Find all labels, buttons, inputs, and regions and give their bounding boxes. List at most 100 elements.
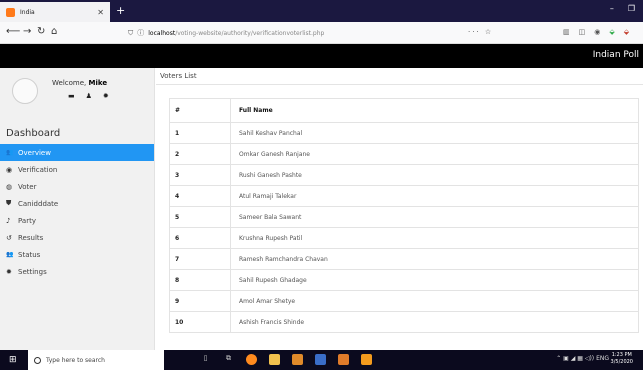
row-number: 3 — [169, 164, 231, 186]
extension-green-icon[interactable]: ⬙ — [609, 28, 614, 36]
sidebar-item-party[interactable]: ♪ Party — [0, 212, 154, 229]
gear-icon: ✹ — [6, 267, 12, 276]
circle-icon: ◍ — [6, 182, 13, 191]
voter-full-name: Ramesh Ramchandra Chavan — [230, 248, 639, 270]
user-name: Mike — [88, 79, 108, 87]
taskbar: ⊞ Type here to search ▯ ⧉ ⌃ ▣ ◢ ▦ ◁)) EN… — [0, 350, 643, 370]
user-icon[interactable]: ♟ — [86, 92, 92, 100]
column-header-number: # — [169, 98, 231, 123]
users-icon: 👥 — [6, 251, 14, 258]
table-row: 3 Rushi Ganesh Pashte — [169, 164, 639, 186]
gear-icon[interactable]: ✹ — [103, 92, 109, 100]
toolbar-extensions: ▥ ◫ ◉ ⬙ ⬙ — [563, 28, 629, 36]
sidebar-item-label: Verification — [18, 165, 58, 174]
table-row: 6 Krushna Rupesh Patil — [169, 227, 639, 249]
app-icon[interactable] — [338, 354, 349, 365]
row-number: 6 — [169, 227, 231, 249]
system-tray-icons[interactable]: ⌃ ▣ ◢ ▦ ◁)) — [556, 355, 594, 362]
sidebar-item-status[interactable]: 👥 Status — [0, 246, 154, 263]
site-info-icon[interactable]: ⓘ — [137, 28, 144, 38]
sidebar-item-label: Overview — [18, 148, 51, 157]
url-bar[interactable]: ⛉ ⓘ localhost /voting-website/authority/… — [128, 25, 504, 41]
table-row: 1 Sahil Keshav Panchal — [169, 122, 639, 144]
browser-tab[interactable]: India ✕ — [0, 2, 110, 22]
voter-full-name: Sahil Rupesh Ghadage — [230, 269, 639, 291]
page-title: Voters List — [160, 72, 197, 80]
row-number: 2 — [169, 143, 231, 165]
clock[interactable]: 1:23 PM 3/5/2020 — [611, 352, 633, 366]
language-indicator[interactable]: ENG — [596, 355, 609, 362]
row-number: 10 — [169, 311, 231, 333]
voter-full-name: Amol Amar Shetye — [230, 290, 639, 312]
row-number: 5 — [169, 206, 231, 228]
sidebar-item-overview[interactable]: 👥 Overview — [0, 144, 154, 161]
sublime-icon[interactable] — [361, 354, 372, 365]
extension-icon[interactable]: ◉ — [594, 28, 600, 36]
file-explorer-icon[interactable] — [269, 354, 280, 365]
voter-full-name: Omkar Ganesh Ranjane — [230, 143, 639, 165]
restore-icon[interactable]: ❐ — [628, 4, 635, 13]
sidebar-item-label: Settings — [18, 267, 47, 276]
firefox-icon[interactable] — [246, 354, 257, 365]
window-controls: – ❐ — [610, 4, 635, 13]
reload-icon[interactable]: ↻ — [37, 26, 45, 37]
windows-start-icon[interactable]: ⊞ — [9, 355, 17, 365]
back-icon[interactable]: ⟵ — [6, 26, 20, 37]
new-tab-icon[interactable]: + — [116, 4, 125, 17]
sidebar-item-verification[interactable]: ◉ Verification — [0, 161, 154, 178]
voter-full-name: Ashish Francis Shinde — [230, 311, 639, 333]
sidebar-item-canidddate[interactable]: ⛊ Canidddate — [0, 195, 154, 212]
voter-full-name: Krushna Rupesh Patil — [230, 227, 639, 249]
welcome-prefix: Welcome, — [52, 79, 87, 87]
task-view-icon[interactable]: ⧉ — [223, 354, 234, 365]
row-number: 9 — [169, 290, 231, 312]
close-tab-icon[interactable]: ✕ — [97, 8, 104, 17]
sidebar-item-voter[interactable]: ◍ Voter — [0, 178, 154, 195]
table-header-row: # Full Name — [169, 98, 639, 123]
sidebar-item-label: Canidddate — [18, 199, 59, 208]
taskbar-search[interactable]: Type here to search — [28, 350, 164, 370]
store-icon[interactable] — [292, 354, 303, 365]
voters-table: # Full Name 1 Sahil Keshav Panchal 2 Omkar … — [169, 98, 639, 333]
cortana-icon — [34, 356, 41, 364]
microphone-icon[interactable]: ▯ — [200, 354, 211, 365]
url-host: localhost — [148, 29, 176, 37]
sidebar-item-settings[interactable]: ✹ Settings — [0, 263, 154, 280]
avatar — [12, 78, 38, 104]
sidebar-icon[interactable]: ◫ — [579, 28, 586, 36]
envelope-icon[interactable]: ▬ — [68, 92, 75, 100]
sidebar-item-label: Party — [18, 216, 36, 225]
extension-red-icon[interactable]: ⬙ — [624, 28, 629, 36]
sidebar-item-label: Results — [18, 233, 44, 242]
app-header: Indian Poll — [0, 44, 643, 68]
pinned-apps: ▯ ⧉ — [200, 354, 372, 365]
forward-icon[interactable]: → — [23, 26, 31, 37]
brand-title[interactable]: Indian Poll — [593, 50, 639, 60]
table-row: 10 Ashish Francis Shinde — [169, 311, 639, 333]
table-row: 8 Sahil Rupesh Ghadage — [169, 269, 639, 291]
voter-full-name: Sameer Bala Sawant — [230, 206, 639, 228]
favicon-icon — [6, 7, 15, 17]
library-icon[interactable]: ▥ — [563, 28, 570, 36]
editor-icon[interactable] — [315, 354, 326, 365]
minimize-icon[interactable]: – — [610, 4, 614, 13]
column-header-full-name: Full Name — [230, 98, 639, 123]
voter-full-name: Rushi Ganesh Pashte — [230, 164, 639, 186]
sidebar-item-label: Status — [18, 250, 41, 259]
row-number: 8 — [169, 269, 231, 291]
users-icon: 👥 — [6, 149, 14, 156]
history-icon: ↺ — [6, 233, 12, 242]
home-icon[interactable]: ⌂ — [51, 26, 57, 37]
sidebar-item-results[interactable]: ↺ Results — [0, 229, 154, 246]
table-row: 4 Atul Ramaji Talekar — [169, 185, 639, 207]
divider — [156, 84, 643, 85]
eye-icon: ◉ — [6, 165, 13, 174]
tracking-shield-icon[interactable]: ⛉ — [128, 29, 133, 38]
url-path: /voting-website/authority/verificationvo… — [175, 29, 325, 37]
user-panel: Welcome, Mike ▬ ♟ ✹ — [12, 76, 142, 106]
search-placeholder: Type here to search — [46, 356, 105, 364]
dashboard-heading: Dashboard — [6, 128, 61, 139]
sidebar: Welcome, Mike ▬ ♟ ✹ Dashboard 👥 Overview ◉… — [0, 68, 155, 350]
page-actions[interactable]: ··· ☆ — [468, 28, 493, 36]
table-row: 5 Sameer Bala Sawant — [169, 206, 639, 228]
